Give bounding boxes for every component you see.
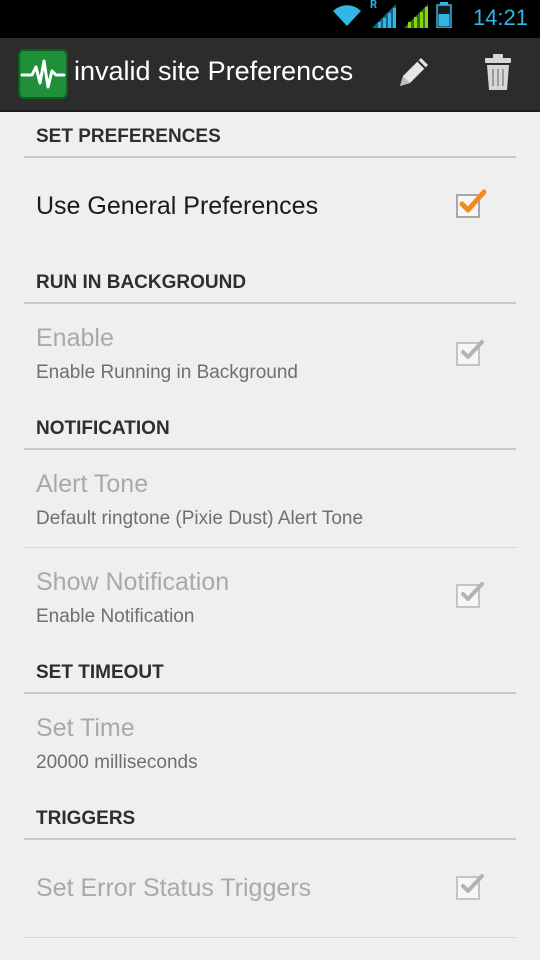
pref-use-general-preferences[interactable]: Use General Preferences [24, 158, 516, 254]
section-title: SET TIMEOUT [36, 662, 164, 683]
clock: 14:21 [472, 5, 528, 30]
roaming-indicator: R [370, 0, 378, 11]
check-icon [459, 189, 487, 213]
pulse-waveform-icon[interactable] [18, 49, 68, 99]
section-header-run-in-background: RUN IN BACKGROUND [24, 258, 516, 304]
trash-icon [480, 52, 516, 96]
divider [24, 937, 516, 938]
section-header-set-timeout: SET TIMEOUT [24, 648, 516, 694]
section-title: RUN IN BACKGROUND [36, 272, 247, 293]
pref-show-notification[interactable]: Show Notification Enable Notification [24, 548, 516, 646]
pref-summary: 20000 milliseconds [36, 752, 198, 773]
pref-title: Set Error Status Triggers [36, 874, 312, 902]
checkbox-set-error-status-triggers[interactable] [456, 874, 484, 900]
pref-summary: Enable Running in Background [36, 362, 298, 383]
check-icon [461, 582, 484, 601]
section-header-set-preferences: SET PREFERENCES [24, 112, 516, 158]
wifi-icon [330, 2, 364, 32]
pencil-icon [394, 52, 434, 96]
status-icons: R [330, 0, 452, 32]
checkbox-enable-background[interactable] [456, 340, 484, 366]
preferences-list: SET PREFERENCES Use General Preferences … [0, 110, 540, 960]
section-title: NOTIFICATION [36, 418, 170, 439]
battery-icon [436, 2, 452, 32]
status-bar: R 14:21 [0, 0, 540, 38]
pref-set-error-status-triggers[interactable]: Set Error Status Triggers [24, 840, 516, 938]
section-header-notification: NOTIFICATION [24, 404, 516, 450]
edit-button[interactable] [392, 52, 436, 96]
section-title: SET PREFERENCES [36, 126, 221, 147]
checkbox-use-general-preferences[interactable] [456, 189, 487, 218]
check-icon [461, 340, 484, 359]
pref-set-time[interactable]: Set Time 20000 milliseconds [24, 694, 516, 792]
pref-enable-background[interactable]: Enable Enable Running in Background [24, 304, 516, 402]
pref-alert-tone[interactable]: Alert Tone Default ringtone (Pixie Dust)… [24, 450, 516, 548]
pref-title: Alert Tone [36, 470, 149, 498]
checkbox-show-notification[interactable] [456, 582, 484, 608]
pref-title: Set Time [36, 714, 135, 742]
check-icon [461, 874, 484, 893]
pref-title: Show Notification [36, 568, 230, 596]
signal-icon [404, 2, 430, 32]
section-header-triggers: TRIGGERS [24, 794, 516, 840]
pref-summary: Default ringtone (Pixie Dust) Alert Tone [36, 508, 364, 529]
page-title: invalid site Preferences [74, 56, 354, 86]
action-bar: invalid site Preferences [0, 38, 540, 112]
pref-title: Enable [36, 324, 114, 352]
section-title: TRIGGERS [36, 808, 136, 829]
delete-button[interactable] [476, 52, 520, 96]
signal-roaming-icon: R [370, 0, 398, 32]
pref-summary: Enable Notification [36, 606, 195, 627]
pref-title: Use General Preferences [36, 192, 319, 220]
